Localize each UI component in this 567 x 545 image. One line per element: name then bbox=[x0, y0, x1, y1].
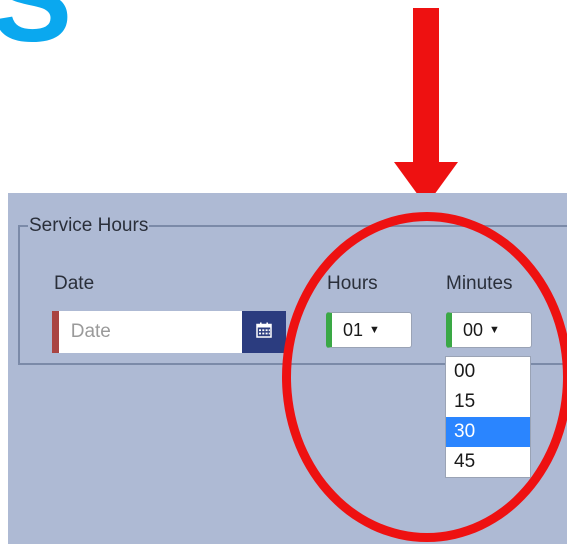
chevron-down-icon: ▼ bbox=[489, 324, 500, 336]
hours-select[interactable]: 01 ▼ bbox=[326, 312, 412, 348]
required-indicator bbox=[52, 311, 59, 353]
screenshot-canvas: S Service Hours Date Hours Minutes Date … bbox=[0, 0, 567, 545]
calendar-button[interactable] bbox=[241, 311, 286, 353]
minutes-option-highlighted[interactable]: 30 bbox=[446, 417, 530, 447]
minutes-select-value: 00 bbox=[463, 319, 484, 340]
annotation-arrow-shaft bbox=[413, 8, 439, 166]
date-field-group bbox=[52, 311, 286, 353]
minutes-label: Minutes bbox=[446, 273, 513, 294]
calendar-icon bbox=[256, 322, 272, 343]
hours-label: Hours bbox=[327, 273, 378, 294]
partial-heading-glyph: S bbox=[0, 0, 73, 67]
chevron-down-icon: ▼ bbox=[369, 324, 380, 336]
minutes-select[interactable]: 00 ▼ bbox=[446, 312, 532, 348]
minutes-option[interactable]: 45 bbox=[446, 447, 530, 477]
service-hours-legend: Service Hours bbox=[29, 215, 149, 236]
date-label: Date bbox=[54, 273, 95, 294]
minutes-option[interactable]: 15 bbox=[446, 387, 530, 417]
minutes-option[interactable]: 00 bbox=[446, 357, 530, 387]
minutes-dropdown-list: 00 15 30 45 bbox=[445, 356, 531, 478]
date-input[interactable] bbox=[58, 311, 242, 353]
hours-select-value: 01 bbox=[343, 319, 364, 340]
